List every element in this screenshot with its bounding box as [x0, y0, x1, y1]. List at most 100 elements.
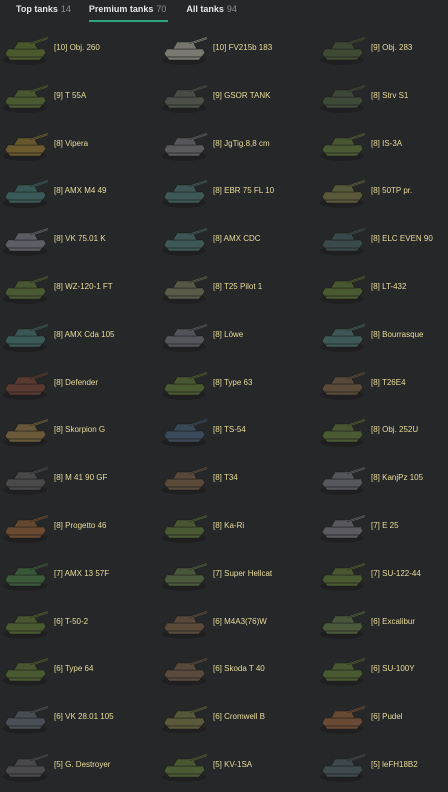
tank-item[interactable]: [8] Bourrasque: [317, 313, 448, 361]
tank-name: [8] Defender: [54, 377, 99, 387]
tank-item[interactable]: [6] VK 28.01 105: [0, 695, 159, 743]
tank-name: [6] Cromwell B: [213, 712, 266, 722]
tank-item[interactable]: [8] Ka-Ri: [159, 504, 317, 552]
tank-item[interactable]: [8] Strv S1: [317, 74, 448, 122]
tank-icon: [162, 371, 208, 400]
tank-item[interactable]: [8] KanjPz 105: [317, 456, 448, 504]
tank-item[interactable]: [6] M4A3(76)W: [159, 600, 317, 648]
tank-name: [8] T25 Pilot 1: [213, 281, 263, 291]
tank-icon: [320, 658, 366, 687]
tank-name: [6] T-50-2: [54, 616, 89, 626]
tank-item[interactable]: [8] LT-432: [317, 265, 448, 313]
tank-item[interactable]: [8] TS-54: [159, 408, 317, 456]
tank-item[interactable]: [8] Vipera: [0, 122, 159, 170]
tank-icon: [320, 180, 366, 209]
tank-icon: [162, 658, 208, 687]
tank-name: [9] T 55A: [54, 90, 87, 100]
tank-item[interactable]: [6] Cromwell B: [159, 695, 317, 743]
tank-item[interactable]: [8] WZ-120-1 FT: [0, 265, 159, 313]
tank-name: [6] VK 28.01 105: [54, 712, 114, 722]
tank-icon: [320, 753, 366, 782]
tab-label: Top tanks: [16, 4, 58, 14]
tank-item[interactable]: [8] ELC EVEN 90: [317, 217, 448, 265]
tab-label: All tanks: [186, 4, 224, 14]
tank-item[interactable]: [8] JgTig.8,8 cm: [159, 122, 317, 170]
tank-item[interactable]: [8] Obj. 252U: [317, 408, 448, 456]
tank-item[interactable]: [8] AMX CDC: [159, 217, 317, 265]
tank-grid: [10] Obj. 260 [10] FV215b 183 [9] Obj. 283…: [0, 26, 448, 792]
tank-item[interactable]: [8] Löwe: [159, 313, 317, 361]
tank-icon: [3, 658, 49, 687]
tank-name: [7] Super Hellcat: [213, 568, 273, 578]
tank-item[interactable]: [6] Type 64: [0, 647, 159, 695]
tank-name: [8] Obj. 252U: [371, 425, 419, 435]
tank-icon: [3, 706, 49, 735]
tank-name: [8] JgTig.8,8 cm: [213, 138, 270, 148]
tank-item[interactable]: [5] leFH18B2: [317, 743, 448, 791]
tank-item[interactable]: [9] Obj. 283: [317, 26, 448, 74]
tab-top-tanks[interactable]: Top tanks 14: [16, 0, 71, 22]
tank-icon: [162, 419, 208, 448]
tank-item[interactable]: [7] Super Hellcat: [159, 552, 317, 600]
tab-premium-tanks[interactable]: Premium tanks 70: [88, 0, 169, 22]
tank-icon: [3, 180, 49, 209]
tank-name: [8] VK 75.01 K: [54, 234, 106, 244]
tank-icon: [320, 467, 366, 496]
tank-item[interactable]: [8] VK 75.01 K: [0, 217, 159, 265]
tank-icon: [162, 323, 208, 352]
tank-item[interactable]: [8] AMX Cda 105: [0, 313, 159, 361]
tab-count: 70: [156, 4, 167, 14]
tank-name: [6] SU-100Y: [371, 664, 415, 674]
tank-item[interactable]: [8] M 41 90 GF: [0, 456, 159, 504]
tank-icon: [3, 132, 49, 161]
tab-bar: Top tanks 14 Premium tanks 70 All tanks 94: [0, 0, 448, 24]
tank-name: [8] 50TP pr.: [371, 186, 413, 196]
tank-item[interactable]: [6] SU-100Y: [317, 647, 448, 695]
tab-count: 14: [60, 4, 71, 14]
tank-item[interactable]: [8] AMX M4 49: [0, 169, 159, 217]
tank-item[interactable]: [8] Defender: [0, 361, 159, 409]
tank-item[interactable]: [9] GSOR TANK: [159, 74, 317, 122]
tank-item[interactable]: [10] Obj. 260: [0, 26, 159, 74]
tank-item[interactable]: [8] T34: [159, 456, 317, 504]
tank-name: [8] TS-54: [213, 425, 246, 435]
tank-icon: [162, 562, 208, 591]
tank-item[interactable]: [8] Progetto 46: [0, 504, 159, 552]
tank-item[interactable]: [10] FV215b 183: [159, 26, 317, 74]
tank-icon: [162, 180, 208, 209]
tank-item[interactable]: [6] Excalibur: [317, 600, 448, 648]
tank-name: [8] EBR 75 FL 10: [213, 186, 275, 196]
tank-item[interactable]: [9] T 55A: [0, 74, 159, 122]
tank-name: [8] WZ-120-1 FT: [54, 281, 113, 291]
tank-name: [8] KanjPz 105: [371, 473, 424, 483]
tab-all-tanks[interactable]: All tanks 94: [186, 0, 237, 22]
tank-item[interactable]: [8] Skorpion G: [0, 408, 159, 456]
tank-icon: [162, 228, 208, 257]
tank-item[interactable]: [8] EBR 75 FL 10: [159, 169, 317, 217]
tank-name: [10] FV215b 183: [213, 43, 273, 52]
tank-item[interactable]: [6] T-50-2: [0, 600, 159, 648]
tank-item[interactable]: [7] SU-122-44: [317, 552, 448, 600]
tank-item[interactable]: [7] AMX 13 57F: [0, 552, 159, 600]
tank-icon: [320, 323, 366, 352]
tank-item[interactable]: [6] Pudel: [317, 695, 448, 743]
tank-item[interactable]: [8] IS-3A: [317, 122, 448, 170]
tank-name: [8] Type 63: [213, 377, 253, 387]
tank-name: [7] E 25: [371, 520, 399, 530]
tank-item[interactable]: [8] T26E4: [317, 361, 448, 409]
tank-item[interactable]: [8] 50TP pr.: [317, 169, 448, 217]
tank-icon: [162, 84, 208, 113]
tank-icon: [3, 467, 49, 496]
tank-icon: [162, 132, 208, 161]
tank-icon: [3, 514, 49, 543]
tank-item[interactable]: [5] G. Destroyer: [0, 743, 159, 791]
tank-item[interactable]: [8] Type 63: [159, 361, 317, 409]
tank-name: [7] SU-122-44: [371, 568, 421, 578]
tank-name: [6] Type 64: [54, 664, 94, 674]
tank-item[interactable]: [6] Skoda T 40: [159, 647, 317, 695]
tank-item[interactable]: [5] KV-1SA: [159, 743, 317, 791]
tank-name: [8] AMX M4 49: [54, 186, 107, 196]
tank-item[interactable]: [8] T25 Pilot 1: [159, 265, 317, 313]
tank-icon: [320, 371, 366, 400]
tank-item[interactable]: [7] E 25: [317, 504, 448, 552]
